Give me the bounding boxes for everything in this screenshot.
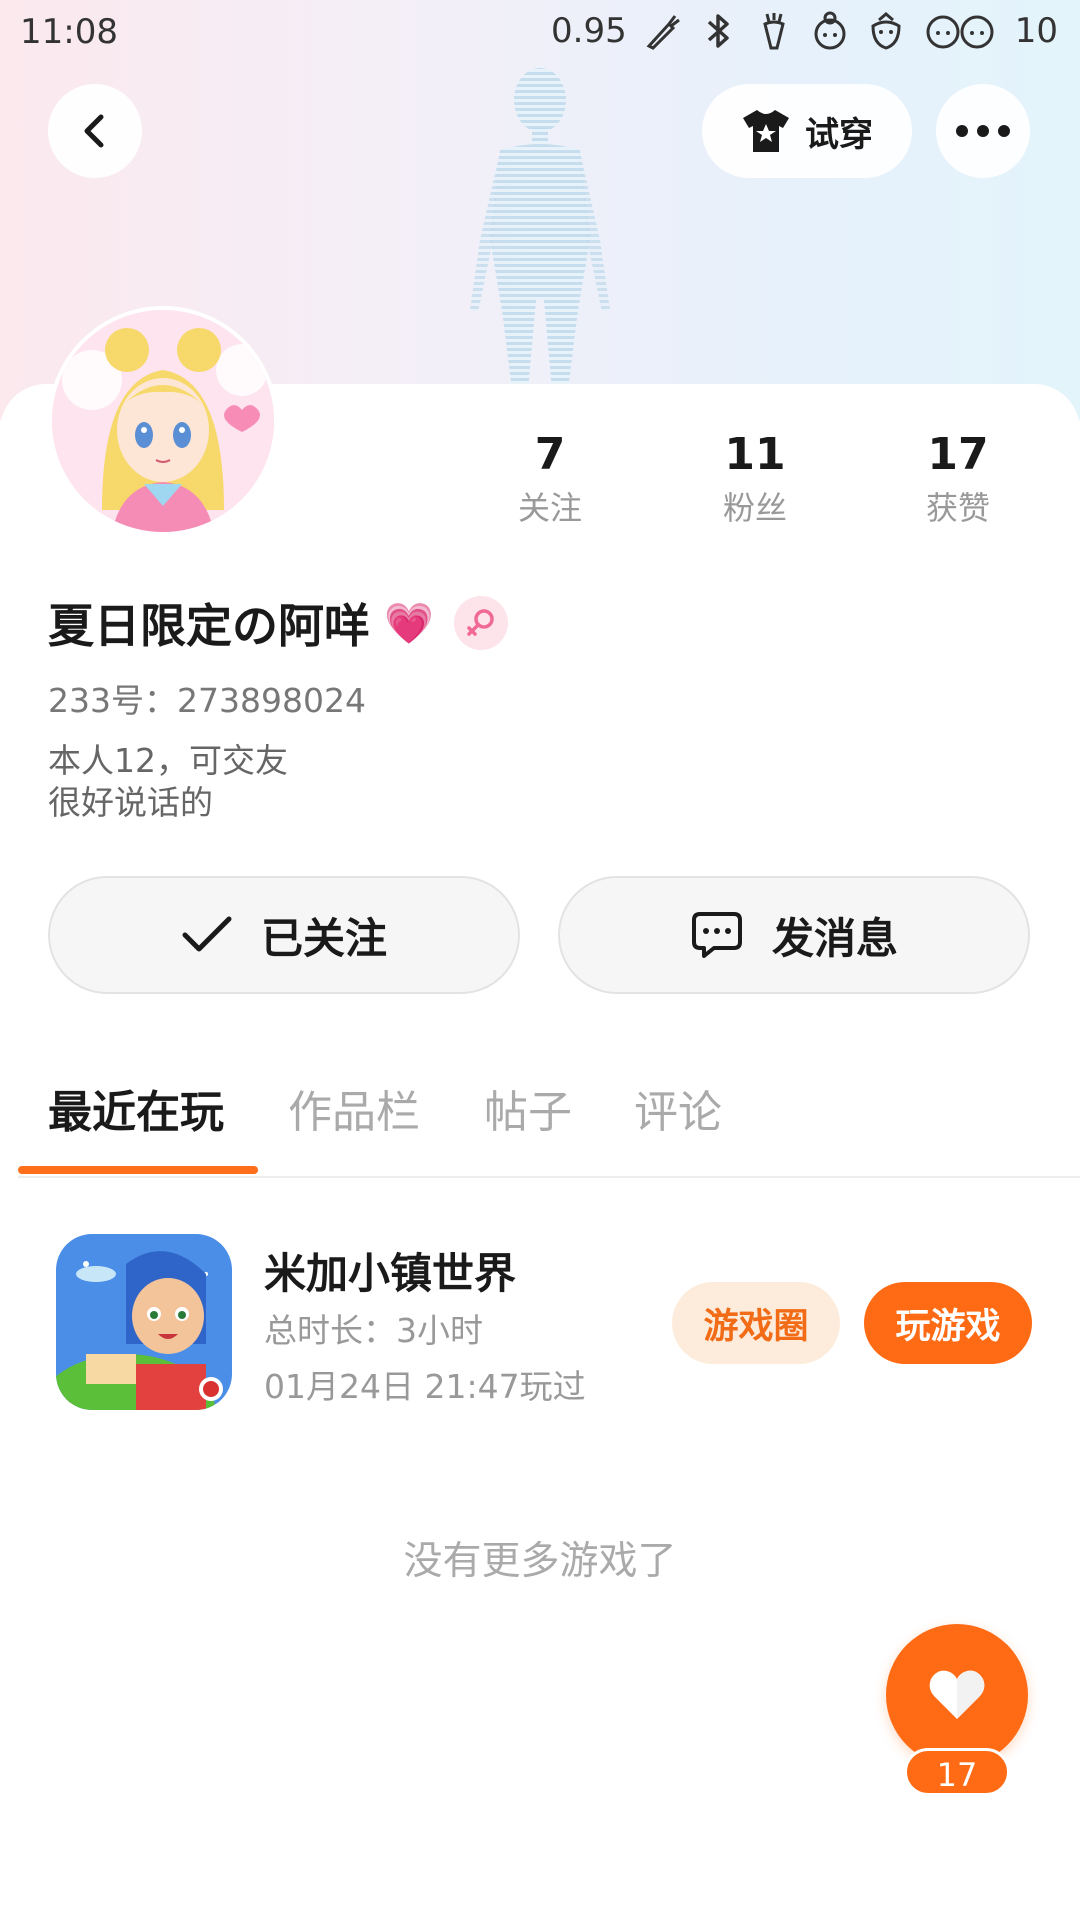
strawberry-icon xyxy=(871,12,901,50)
try-on-button[interactable]: 试穿 xyxy=(702,84,912,178)
tab-comments[interactable]: 评论 xyxy=(634,1076,722,1140)
carrot-brush-icon xyxy=(646,15,680,50)
like-count-badge: 17 xyxy=(904,1748,1010,1796)
status-time: 11:08 xyxy=(20,12,118,52)
back-button[interactable] xyxy=(48,84,142,178)
battery-level: 10 xyxy=(1014,11,1058,51)
tab-works[interactable]: 作品栏 xyxy=(288,1076,420,1140)
profile-page: 11:08 0.95 10 试穿 7 关注 11 粉丝 17 获赞 夏日限定の阿… xyxy=(0,0,1080,1920)
send-message-label: 发消息 xyxy=(771,913,898,963)
followed-label: 已关注 xyxy=(260,913,387,963)
following-label: 关注 xyxy=(517,489,582,527)
girl-face-icon xyxy=(814,11,846,50)
more-button[interactable] xyxy=(936,84,1030,178)
fans-label: 粉丝 xyxy=(722,489,787,527)
active-tab-indicator xyxy=(18,1166,258,1174)
chevron-left-icon xyxy=(84,114,104,148)
avatar-image xyxy=(52,310,274,532)
girls-faces-icon xyxy=(926,15,994,49)
like-button[interactable] xyxy=(886,1624,1028,1766)
chat-bubble-icon xyxy=(691,912,742,958)
no-more-games-text: 没有更多游戏了 xyxy=(403,1539,677,1584)
followed-button[interactable]: 已关注 xyxy=(48,876,520,994)
game-circle-button[interactable]: 游戏圈 xyxy=(672,1282,840,1364)
avatar-3d-figure xyxy=(470,68,610,390)
bluetooth-icon xyxy=(707,14,729,48)
send-message-button[interactable]: 发消息 xyxy=(558,876,1030,994)
heart-emoji: 💗 xyxy=(384,600,434,647)
profile-stats: 7 关注 11 粉丝 17 获赞 xyxy=(470,428,1070,538)
user-avatar[interactable] xyxy=(48,306,278,536)
female-gender-icon xyxy=(453,596,508,650)
stat-following[interactable]: 7 关注 xyxy=(470,428,630,532)
heart-icon xyxy=(929,1670,985,1719)
fans-count: 11 xyxy=(724,429,786,480)
network-speed: 0.95 xyxy=(551,11,627,51)
game-total-duration: 总时长：3小时 xyxy=(264,1311,483,1350)
user-id: 233号：273898024 xyxy=(48,681,366,720)
likes-label: 获赞 xyxy=(925,489,990,527)
more-dots-icon xyxy=(956,125,1010,137)
bio-line: 很好说话的 xyxy=(48,783,213,822)
game-title[interactable]: 米加小镇世界 xyxy=(264,1240,516,1301)
game-last-played: 01月24日 21:47玩过 xyxy=(264,1367,586,1406)
stat-likes[interactable]: 17 获赞 xyxy=(878,428,1038,532)
username-row: 夏日限定の阿咩 💗 xyxy=(48,590,508,656)
tab-posts[interactable]: 帖子 xyxy=(484,1076,572,1140)
status-icons: 0.95 10 xyxy=(551,10,1058,52)
stat-fans[interactable]: 11 粉丝 xyxy=(675,428,835,532)
try-on-label: 试穿 xyxy=(805,114,873,155)
following-count: 7 xyxy=(534,429,566,480)
play-game-button[interactable]: 玩游戏 xyxy=(864,1282,1032,1364)
tshirt-star-icon xyxy=(743,110,789,152)
username: 夏日限定の阿咩 xyxy=(48,599,370,653)
checkmark-icon xyxy=(182,916,232,952)
tab-divider xyxy=(18,1176,1080,1178)
user-bio: 本人12，可交友 很好说话的 xyxy=(48,740,288,824)
status-bar: 11:08 0.95 10 xyxy=(0,0,1080,66)
carrot-icon xyxy=(762,13,785,50)
tab-recently-played[interactable]: 最近在玩 xyxy=(48,1076,224,1140)
game-icon-art xyxy=(56,1234,232,1410)
likes-count: 17 xyxy=(927,429,989,480)
bio-line: 本人12，可交友 xyxy=(48,741,288,780)
game-icon[interactable] xyxy=(56,1234,232,1410)
